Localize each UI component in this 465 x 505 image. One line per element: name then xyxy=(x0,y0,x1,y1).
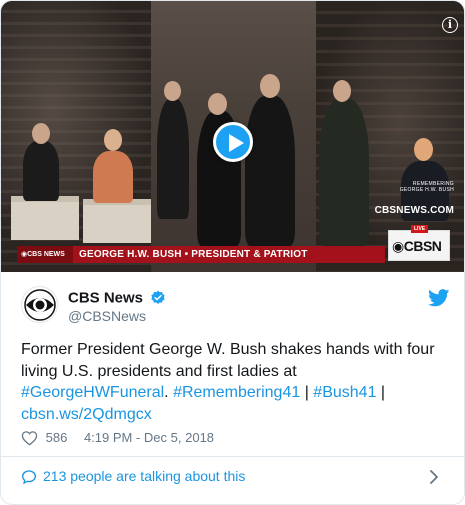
video-thumbnail[interactable]: i REMEMBERING GEORGE H.W. BUSH CBSNEWS.C… xyxy=(1,1,464,272)
conversation-link[interactable]: 213 people are talking about this xyxy=(21,467,451,487)
cbsn-brand: ◉CBSN xyxy=(392,238,442,254)
ticker-headline: GEORGE H.W. BUSH • PRESIDENT & PATRIOT xyxy=(79,249,308,260)
info-icon[interactable]: i xyxy=(442,17,458,33)
hashtag-bush41[interactable]: #Bush41 xyxy=(313,384,376,401)
tweet-meta: 586 4:19 PM - Dec 5, 2018 xyxy=(21,429,214,447)
handle[interactable]: @CBSNews xyxy=(68,308,146,324)
embedded-tweet-card: i REMEMBERING GEORGE H.W. BUSH CBSNEWS.C… xyxy=(0,0,465,505)
play-icon xyxy=(229,134,244,152)
like-count: 586 xyxy=(45,430,68,446)
twitter-bird-icon[interactable] xyxy=(428,289,450,307)
tweet-author: CBS News @CBSNews xyxy=(21,286,451,326)
avatar[interactable] xyxy=(21,286,58,323)
speech-bubble-icon xyxy=(21,470,37,485)
separator-2: | xyxy=(300,384,314,401)
verified-badge-icon xyxy=(151,290,166,304)
separator-1: . xyxy=(164,384,174,401)
timestamp[interactable]: 4:19 PM - Dec 5, 2018 xyxy=(84,430,214,445)
play-button[interactable] xyxy=(213,122,253,162)
cbsn-live-bug: LIVE ◉CBSN xyxy=(388,225,450,261)
live-label: LIVE xyxy=(411,225,429,233)
broadcast-overlay: REMEMBERING GEORGE H.W. BUSH CBSNEWS.COM xyxy=(348,181,454,216)
divider xyxy=(1,456,464,457)
hashtag-remembering41[interactable]: #Remembering41 xyxy=(173,384,300,401)
talk-text: 213 people are talking about this xyxy=(43,468,246,484)
overlay-site: CBSNEWS.COM xyxy=(374,205,454,216)
cbs-eye-logo xyxy=(24,289,56,321)
hashtag-georgehwfuneral[interactable]: #GeorgeHWFuneral xyxy=(21,384,164,401)
name-row: CBS News xyxy=(68,289,166,307)
display-name[interactable]: CBS News xyxy=(68,289,143,306)
ticker-tag: ◉CBS NEWS xyxy=(17,246,73,263)
tweet-body: Former President George W. Bush shakes h… xyxy=(21,341,435,380)
heart-icon[interactable] xyxy=(21,430,38,446)
separator-3: | xyxy=(376,384,386,401)
chevron-right-icon xyxy=(430,470,438,484)
overlay-name: GEORGE H.W. BUSH xyxy=(399,187,454,193)
tweet-text: Former President George W. Bush shakes h… xyxy=(21,339,446,425)
news-ticker: ◉CBS NEWS GEORGE H.W. BUSH • PRESIDENT &… xyxy=(17,246,385,263)
tweet-link[interactable]: cbsn.ws/2Qdmgcx xyxy=(21,406,152,423)
